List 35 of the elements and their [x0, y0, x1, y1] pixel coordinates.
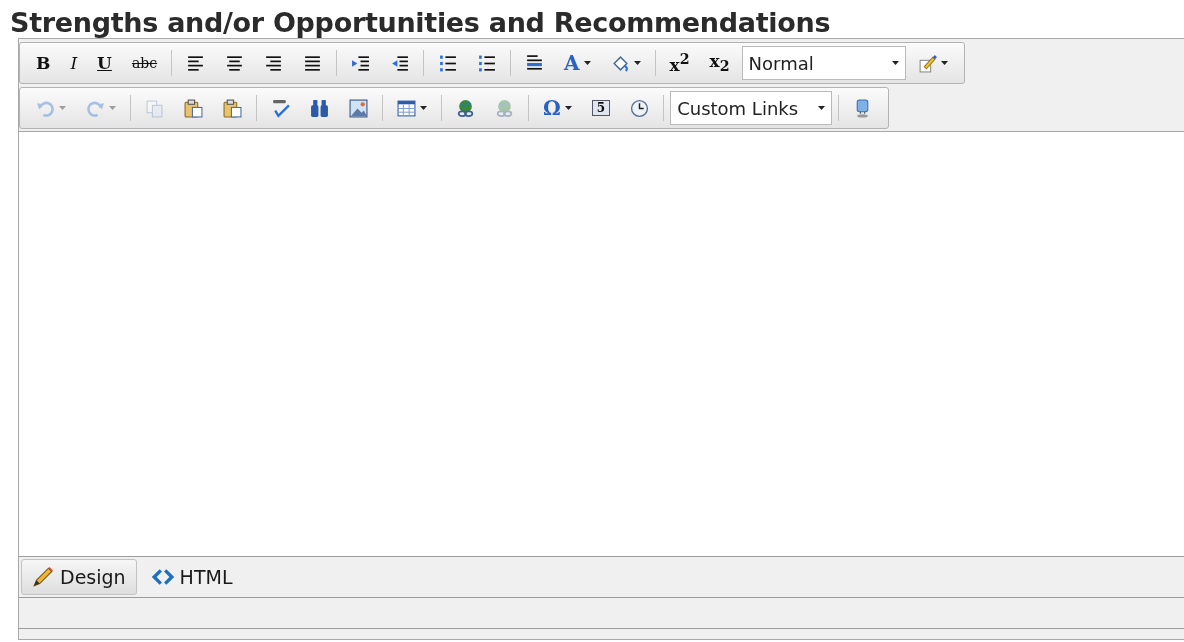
italic-button[interactable]: I: [60, 49, 88, 77]
html-tab[interactable]: HTML: [140, 559, 244, 595]
special-character-button[interactable]: Ω: [533, 94, 582, 122]
style-dropdown[interactable]: Normal: [741, 46, 906, 80]
font-color-button[interactable]: A: [554, 49, 601, 77]
paste-icon: [184, 98, 203, 118]
strikethrough-button[interactable]: abc: [121, 49, 168, 77]
justify-icon: [303, 53, 323, 73]
table-icon: [397, 98, 416, 118]
outdent-icon: [390, 53, 410, 73]
code-icon: [151, 566, 174, 588]
align-right-icon: [264, 53, 284, 73]
subscript-button[interactable]: x$_{2}$: [699, 49, 740, 77]
section-title: Strengths and/or Opportunities and Recommendations: [9, 6, 832, 38]
globe-link-icon: [456, 98, 475, 118]
underline-button[interactable]: U: [87, 49, 122, 77]
align-left-icon: [186, 53, 206, 73]
caret-icon: [818, 106, 826, 110]
calendar-form-button[interactable]: 5: [581, 94, 621, 122]
image-icon: [349, 98, 368, 118]
globe-unlink-icon: [495, 98, 514, 118]
paragraph-lines-icon: [525, 53, 545, 73]
pencil-icon: [32, 566, 54, 588]
caret-icon: [891, 61, 899, 65]
bold-button[interactable]: B: [26, 49, 61, 77]
spellcheck-icon: [271, 98, 290, 118]
bullet-list-icon: [477, 53, 497, 73]
align-center-icon: [225, 53, 245, 73]
copy-icon: [145, 98, 164, 118]
paste-plain-icon: [223, 98, 242, 118]
design-tab[interactable]: Design: [21, 559, 137, 595]
superscript-button[interactable]: x$^{2}$: [659, 49, 700, 77]
links-dropdown[interactable]: Custom Links: [670, 91, 833, 125]
indent-icon: [351, 53, 371, 73]
clock-icon: [630, 98, 650, 118]
